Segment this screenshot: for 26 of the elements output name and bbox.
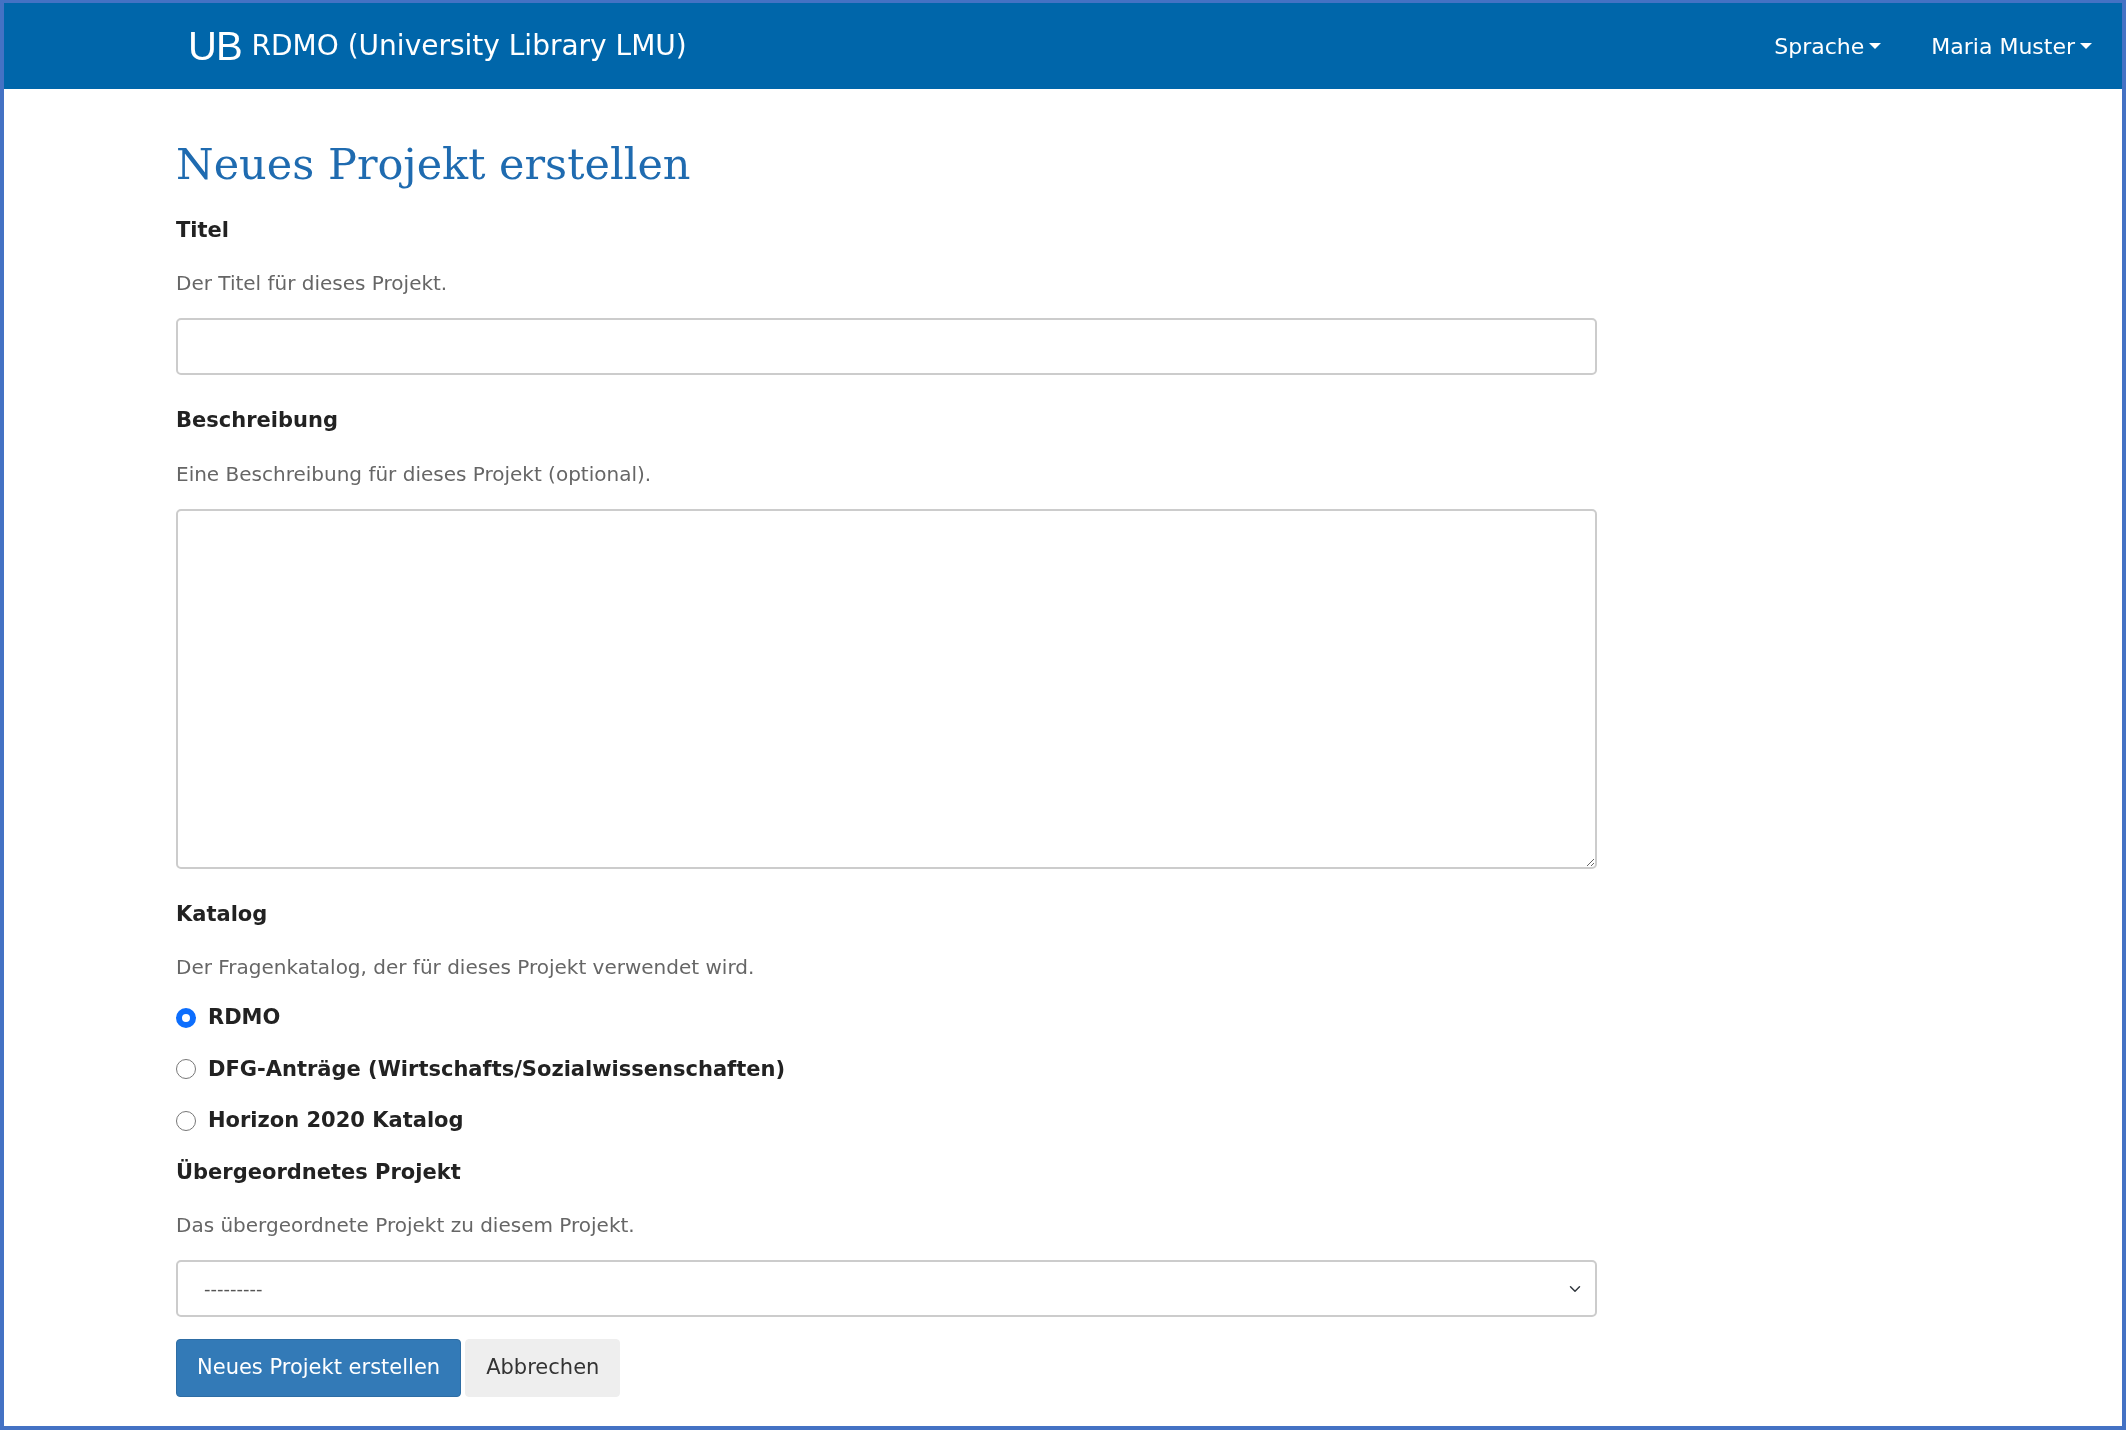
- help-text: Der Fragenkatalog, der für dieses Projekt verwendet wird.: [176, 954, 756, 982]
- select-dropdown[interactable]: ---------: [176, 1260, 1597, 1318]
- cancel-button[interactable]: Abbrechen: [465, 1339, 621, 1397]
- field-label: Beschreibung: [176, 407, 339, 435]
- textarea-input[interactable]: [176, 508, 1597, 869]
- field-label: Übergeordnetes Projekt: [176, 1158, 462, 1186]
- text-input[interactable]: [176, 318, 1597, 376]
- page-title: Neues Projekt erstellen: [176, 139, 692, 191]
- logo: UB: [188, 26, 242, 66]
- radio-button[interactable]: [176, 1110, 196, 1131]
- submit-button[interactable]: Neues Projekt erstellen: [176, 1339, 462, 1397]
- brand-title[interactable]: RDMO (University Library LMU): [251, 25, 687, 67]
- help-text: Das übergeordnete Projekt zu diesem Projekt.: [176, 1212, 636, 1240]
- nav-menu[interactable]: Sprache: [1774, 29, 1882, 63]
- help-text: Eine Beschreibung für dieses Projekt (optional).: [176, 460, 653, 488]
- radio-label[interactable]: DFG-Anträge (Wirtschafts/Sozialwissenschaften): [208, 1053, 786, 1086]
- field-label: Titel: [176, 216, 230, 244]
- radio-label[interactable]: Horizon 2020 Katalog: [208, 1105, 464, 1137]
- field-label: Katalog: [176, 900, 269, 928]
- caret-icon: [1869, 43, 1882, 49]
- help-text: Der Titel für dieses Projekt.: [176, 270, 449, 298]
- nav-menu[interactable]: Maria Muster: [1931, 29, 2092, 63]
- caret-icon: [2080, 43, 2092, 49]
- radio-button[interactable]: [176, 1007, 196, 1028]
- radio-button[interactable]: [176, 1059, 196, 1080]
- radio-label[interactable]: RDMO: [208, 1002, 281, 1034]
